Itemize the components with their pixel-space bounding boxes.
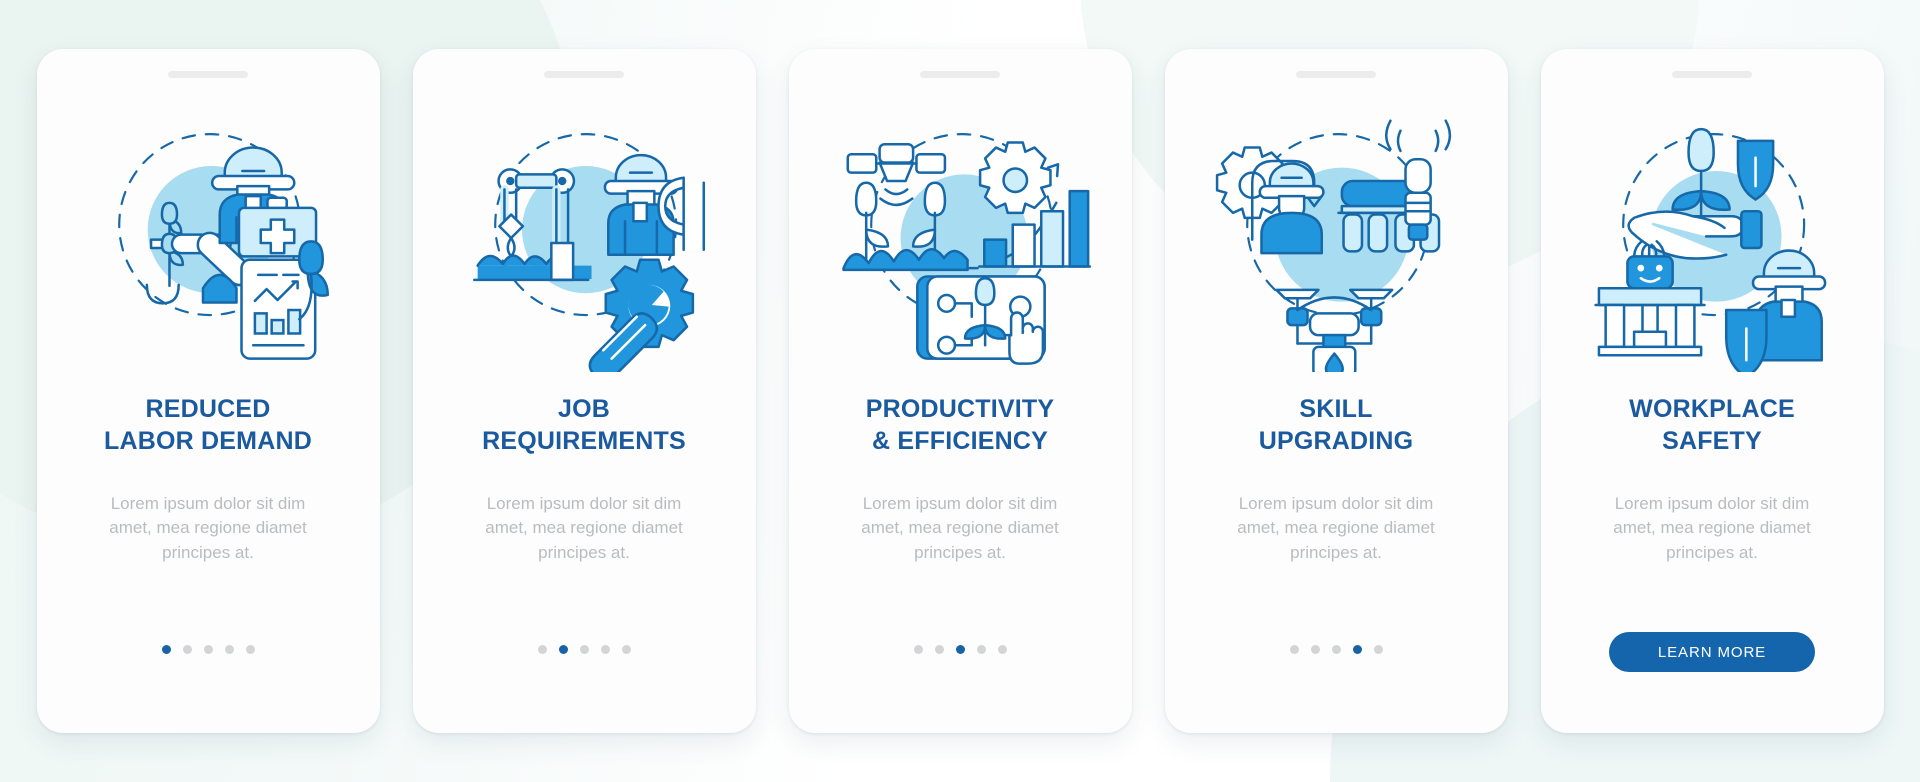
gear-worker-tractor-drone-icon: [1215, 119, 1452, 372]
onboarding-screen-job-requirements: JOB REQUIREMENTS Lorem ipsum dolor sit di…: [412, 49, 756, 733]
phone-speaker-bar: [1672, 71, 1752, 78]
phone-speaker-bar: [1296, 71, 1376, 78]
phone-speaker-bar: [920, 71, 1000, 78]
pagination-dot[interactable]: [579, 645, 589, 654]
pagination-dot[interactable]: [934, 645, 944, 654]
pagination-dot[interactable]: [1310, 645, 1320, 654]
onboarding-screen-skill-upgrading: SKILL UPGRADING Lorem ipsum dolor sit dim…: [1164, 49, 1508, 733]
screen-body-text: Lorem ipsum dolor sit dim amet, mea regi…: [109, 494, 307, 562]
pagination-dot[interactable]: [1331, 645, 1341, 654]
pagination-dot[interactable]: [245, 645, 255, 654]
pagination-dot[interactable]: [224, 645, 234, 654]
phone-speaker-bar: [168, 71, 248, 78]
pagination-dot[interactable]: [182, 645, 192, 654]
pagination-dot[interactable]: [976, 645, 986, 654]
screen-body-text: Lorem ipsum dolor sit dim amet, mea regi…: [1237, 494, 1435, 562]
screen-title: SKILL UPGRADING: [1258, 395, 1414, 455]
robot-arm-worker-wrench-gear-icon: [473, 133, 706, 372]
sensor-crops-growth-chart-tablet-icon: [842, 133, 1092, 365]
pagination-dot[interactable]: [621, 645, 631, 654]
pagination-dots: [37, 645, 380, 654]
screen-title: REDUCED LABOR DEMAND: [104, 395, 312, 455]
pagination-dot[interactable]: [600, 645, 610, 654]
onboarding-screen-productivity-efficiency: PRODUCTIVITY & EFFICIENCY Lorem ipsum dol…: [788, 49, 1132, 733]
screen-body-text: Lorem ipsum dolor sit dim amet, mea regi…: [861, 494, 1059, 562]
screen-body-text: Lorem ipsum dolor sit dim amet, mea regi…: [485, 494, 683, 562]
pagination-dot[interactable]: [203, 645, 213, 654]
pagination-dots: [1165, 645, 1508, 654]
onboarding-screen-reduced-labor-demand: REDUCED LABOR DEMAND Lorem ipsum dolor si…: [36, 49, 380, 733]
pagination-dot[interactable]: [1289, 645, 1299, 654]
farmer-robot-arm-report-icon: [118, 133, 330, 360]
pagination-dot-active[interactable]: [558, 645, 568, 654]
pagination-dot-active[interactable]: [161, 645, 171, 654]
phone-speaker-bar: [544, 71, 624, 78]
screen-title: PRODUCTIVITY & EFFICIENCY: [865, 395, 1055, 455]
pagination-dots: [789, 645, 1132, 654]
pagination-dot[interactable]: [913, 645, 923, 654]
screen-title: JOB REQUIREMENTS: [482, 395, 686, 455]
onboarding-screen-deck: REDUCED LABOR DEMAND Lorem ipsum dolor si…: [0, 0, 1920, 782]
pagination-dot-active[interactable]: [1352, 645, 1362, 654]
pagination-dots: [413, 645, 756, 654]
pagination-dot[interactable]: [1373, 645, 1383, 654]
pagination-dot[interactable]: [537, 645, 547, 654]
pagination-dot[interactable]: [997, 645, 1007, 654]
screen-body-text: Lorem ipsum dolor sit dim amet, mea regi…: [1613, 494, 1811, 562]
pagination-dot-active[interactable]: [955, 645, 965, 654]
screen-title: WORKPLACE SAFETY: [1629, 395, 1795, 455]
hand-plant-shield-robot-farmer-icon: [1594, 127, 1827, 372]
onboarding-screen-workplace-safety: WORKPLACE SAFETY Lorem ipsum dolor sit di…: [1540, 49, 1884, 733]
learn-more-button[interactable]: LEARN MORE: [1609, 632, 1815, 672]
